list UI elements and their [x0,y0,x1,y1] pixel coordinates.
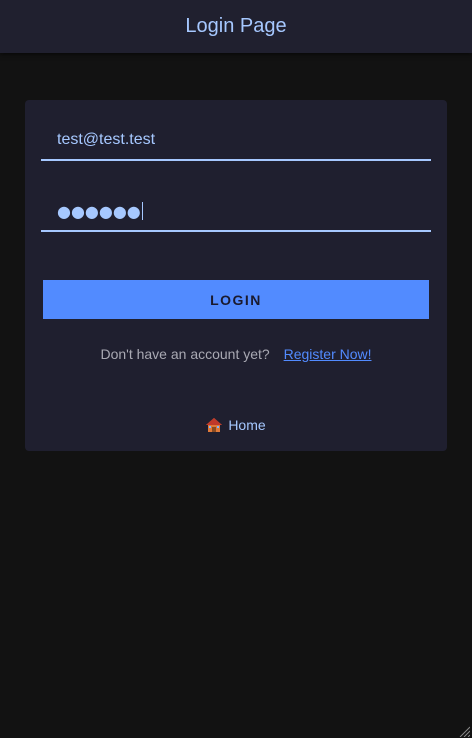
email-value: test@test.test [57,131,156,148]
house-icon [206,418,223,432]
page-title: Login Page [185,15,287,37]
home-link[interactable]: Home [25,417,447,433]
resize-handle-icon[interactable] [458,724,471,738]
text-caret [141,202,143,220]
app-header: Login Page [0,0,472,53]
register-row: Don't have an account yet? Register Now! [25,346,447,362]
register-link[interactable]: Register Now! [284,346,372,362]
register-prompt: Don't have an account yet? [100,346,270,362]
login-card: test@test.test ●●●●●● LOGIN Don't have a… [25,100,447,451]
app-root: Login Page test@test.test ●●●●●● LOGIN D… [0,0,472,738]
login-button[interactable]: LOGIN [43,280,429,319]
password-value: ●●●●●● [57,201,141,221]
email-field[interactable]: test@test.test [41,121,431,161]
password-field[interactable]: ●●●●●● [41,192,431,232]
home-label: Home [228,417,266,433]
